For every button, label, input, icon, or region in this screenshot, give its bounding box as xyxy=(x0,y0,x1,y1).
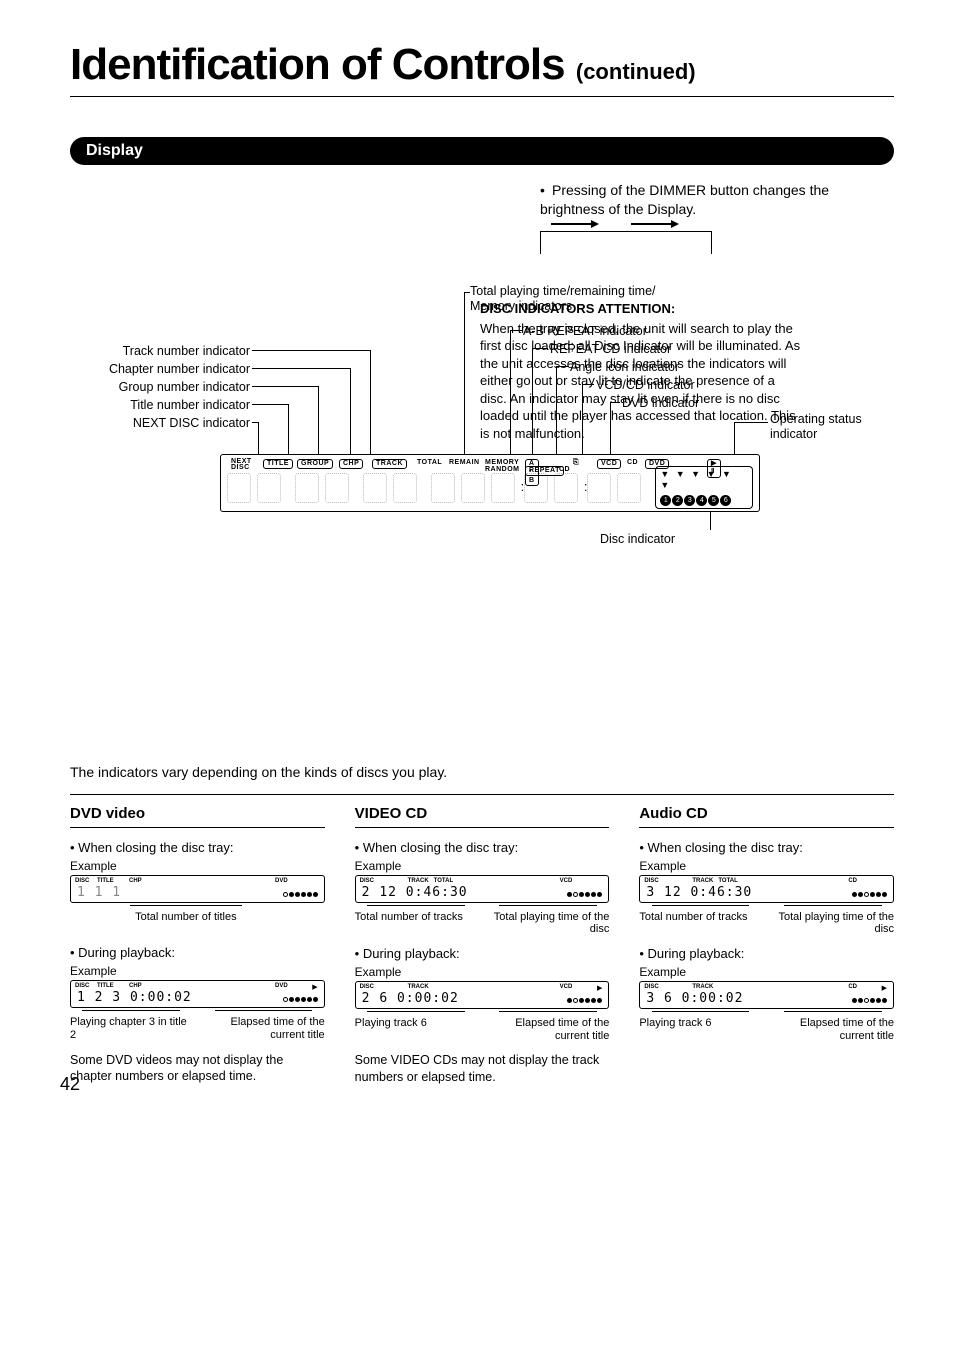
col-vcd: VIDEO CD • When closing the disc tray: E… xyxy=(355,805,610,1085)
dimmer-note-text: Pressing of the DIMMER button changes th… xyxy=(540,182,829,217)
dvd-heading: DVD video xyxy=(70,805,325,822)
title-continued: (continued) xyxy=(576,59,696,84)
page-title: Identification of Controls (continued) xyxy=(70,40,894,90)
disp-label-cd-small: CD xyxy=(559,466,570,474)
col-dvd: DVD video • When closing the disc tray: … xyxy=(70,805,325,1085)
vcd-bracket1b: Total playing time of the disc xyxy=(487,905,609,936)
label-next-disc-indicator: NEXT DISC indicator xyxy=(60,416,250,431)
cd-example2-label: Example xyxy=(639,965,894,979)
vcd-bracket2b: Elapsed time of the current title xyxy=(487,1011,609,1042)
dvd-during: • During playback: xyxy=(70,945,325,960)
cd-example1-label: Example xyxy=(639,859,894,873)
dvd-note: Some DVD videos may not display the chap… xyxy=(70,1052,325,1085)
dvd-bracket1: Total number of titles xyxy=(116,905,256,924)
vcd-bracket2a: Playing track 6 xyxy=(355,1011,477,1042)
cd-display1: DISC TRACK TOTAL CD 3 12 0:46:30 xyxy=(639,875,894,903)
cd-during: • During playback: xyxy=(639,946,894,961)
disp-label-random: RANDOM xyxy=(485,466,520,474)
label-title-indicator: Title number indicator xyxy=(60,398,250,413)
vcd-example2-label: Example xyxy=(355,965,610,979)
dimmer-arrows xyxy=(540,231,712,254)
disp-angle-icon: ⎘ xyxy=(573,459,579,467)
attention-body: When the tray is closed, the unit will s… xyxy=(480,320,805,443)
cd-display2: DISC TRACK CD ▶ 3 6 0:00:02 xyxy=(639,981,894,1009)
label-disc-indicator: Disc indicator xyxy=(600,532,675,547)
dvd-example2-label: Example xyxy=(70,964,325,978)
disp-label-total: TOTAL xyxy=(417,459,442,467)
status-box: ▼ ▼ ▼ ▼ ▼ ▼ 123456 xyxy=(655,466,753,509)
title-rule xyxy=(70,96,894,97)
dvd-closing: • When closing the disc tray: xyxy=(70,840,325,855)
cd-bracket1a: Total number of tracks xyxy=(639,905,761,936)
dvd-bracket2b: Elapsed time of the current title xyxy=(202,1010,324,1041)
vcd-display2: DISC TRACK VCD ▶ 2 6 0:00:02 xyxy=(355,981,610,1009)
label-track-indicator: Track number indicator xyxy=(60,344,250,359)
attention-heading: DISC INDICATORS ATTENTION: xyxy=(480,300,805,318)
vcd-closing: • When closing the disc tray: xyxy=(355,840,610,855)
label-chapter-indicator: Chapter number indicator xyxy=(60,362,250,377)
dvd-bracket2a: Playing chapter 3 in title 2 xyxy=(70,1010,192,1041)
cd-bracket2a: Playing track 6 xyxy=(639,1011,761,1042)
attention-block: DISC INDICATORS ATTENTION: When the tray… xyxy=(480,300,805,442)
vcd-note: Some VIDEO CDs may not display the track… xyxy=(355,1052,610,1085)
dvd-display2: DISC TITLE CHP DVD ▶ 1 2 3 0:00:02 xyxy=(70,980,325,1008)
label-group-indicator: Group number indicator xyxy=(60,380,250,395)
col-cd: Audio CD • When closing the disc tray: E… xyxy=(639,805,894,1085)
columns: DVD video • When closing the disc tray: … xyxy=(70,805,894,1085)
mid-rule xyxy=(70,794,894,795)
arrow-icons xyxy=(541,214,711,234)
vcd-example1-label: Example xyxy=(355,859,610,873)
dvd-display1: DISC TITLE CHP DVD 1 1 1 xyxy=(70,875,325,903)
section-header: Display xyxy=(70,137,894,165)
disc-number-circles: 123456 xyxy=(660,491,748,506)
page-number: 42 xyxy=(60,1074,80,1095)
dvd-example1-label: Example xyxy=(70,859,325,873)
vcd-heading: VIDEO CD xyxy=(355,805,610,822)
disp-label-next-disc: NEXT DISC xyxy=(231,459,252,472)
title-text: Identification of Controls xyxy=(70,40,565,89)
vcd-display1: DISC TRACK TOTAL VCD 2 12 0:46:30 xyxy=(355,875,610,903)
cd-bracket2b: Elapsed time of the current title xyxy=(772,1011,894,1042)
cd-heading: Audio CD xyxy=(639,805,894,822)
cd-bracket1b: Total playing time of the disc xyxy=(772,905,894,936)
display-panel: NEXT DISC TITLE GROUP CHP TRACK TOTAL RE… xyxy=(220,454,760,512)
disp-label-remain: REMAIN xyxy=(449,459,480,467)
vcd-bracket1a: Total number of tracks xyxy=(355,905,477,936)
cd-closing: • When closing the disc tray: xyxy=(639,840,894,855)
disp-label-cd: CD xyxy=(627,459,638,467)
vcd-during: • During playback: xyxy=(355,946,610,961)
vary-note: The indicators vary depending on the kin… xyxy=(70,764,894,780)
